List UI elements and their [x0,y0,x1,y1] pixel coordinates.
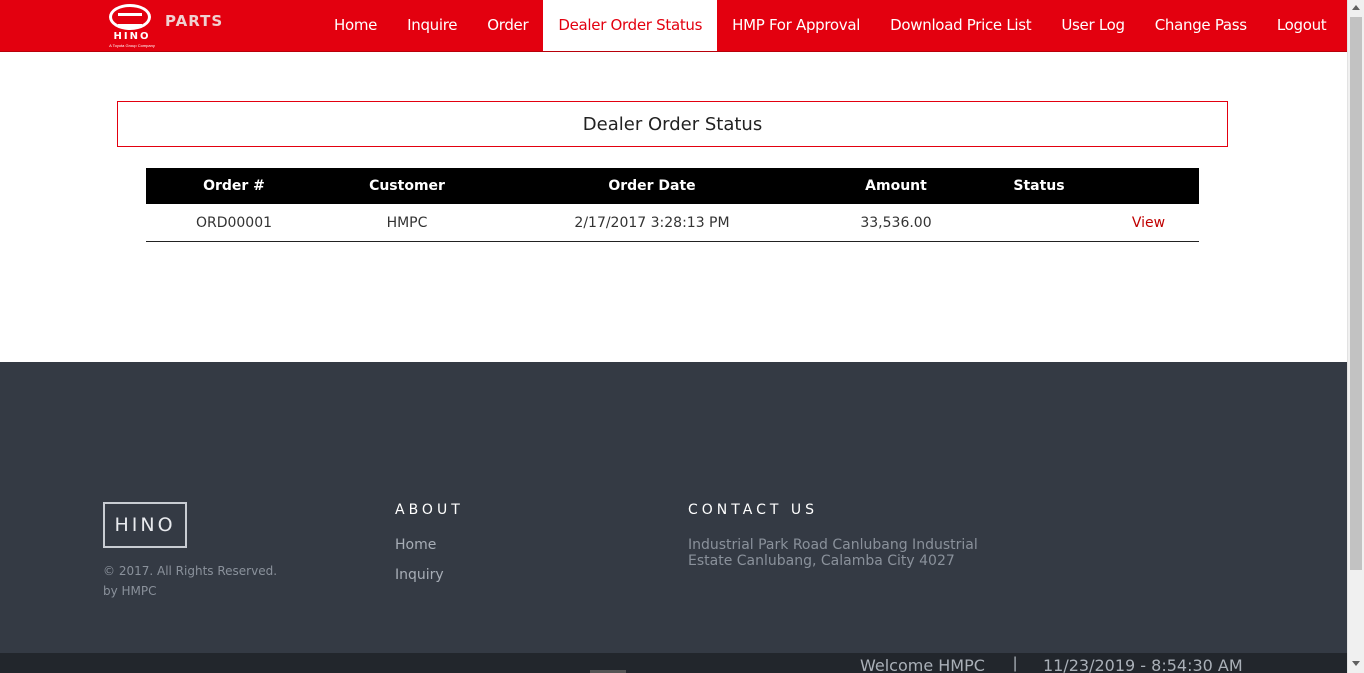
nav-user-log[interactable]: User Log [1046,0,1139,51]
col-customer: Customer [369,178,445,194]
brand-suffix: PARTS [165,12,224,30]
current-datetime: 11/23/2019 - 8:54:30 AM [1043,656,1243,673]
col-order-date: Order Date [608,178,696,194]
col-order-no: Order # [203,178,265,194]
top-navbar: HINO A Toyota Group Company PARTS Home I… [0,0,1347,52]
view-link-cell: View [1098,204,1199,242]
cell-amount: 33,536.00 [860,215,932,231]
copyright-text: © 2017. All Rights Reserved. [103,564,278,578]
nav-dealer-order-status[interactable]: Dealer Order Status [543,0,718,51]
byline-text: by HMPC [103,584,157,598]
hino-emblem-icon [109,4,151,30]
scroll-down-icon[interactable] [1352,661,1360,666]
cell-order-date: 2/17/2017 3:28:13 PM [574,215,730,231]
scroll-up-icon[interactable] [1352,5,1360,10]
view-order-link[interactable]: View [1132,215,1165,231]
col-status: Status [1013,178,1065,194]
cell-order-no: ORD00001 [195,215,273,231]
welcome-text: Welcome HMPC [860,656,985,673]
cell-customer: HMPC [386,215,428,231]
footer-logo: HINO [103,502,187,548]
contact-heading: CONTACT US [688,502,818,518]
footer-link-home[interactable]: Home [395,537,436,553]
table-row: ORD00001 HMPC 2/17/2017 3:28:13 PM 33,53… [146,204,1199,242]
nav-home[interactable]: Home [319,0,392,51]
nav-hmp-for-approval[interactable]: HMP For Approval [717,0,875,51]
nav-order[interactable]: Order [472,0,543,51]
about-heading: ABOUT [395,502,464,518]
nav-download-price-list[interactable]: Download Price List [875,0,1046,51]
nav-change-pass[interactable]: Change Pass [1140,0,1262,51]
footer-copyright: © 2017. All Rights Reserved. by HMPC [103,561,277,601]
nav-inquire[interactable]: Inquire [392,0,472,51]
status-separator: | [1013,655,1018,672]
logo-text: HINO [113,31,151,42]
vertical-scrollbar[interactable] [1347,0,1364,673]
page-title: Dealer Order Status [117,101,1228,147]
scroll-thumb[interactable] [1350,17,1362,570]
footer-link-inquiry[interactable]: Inquiry [395,567,444,583]
main-nav: Home Inquire Order Dealer Order Status H… [319,0,1341,51]
logo-tagline: A Toyota Group Company [109,43,155,48]
orders-table: Order # Customer Order Date Amount Statu… [146,168,1199,242]
col-amount: Amount [865,178,927,194]
table-header: Order # Customer Order Date Amount Statu… [146,168,1199,204]
hino-logo[interactable]: HINO A Toyota Group Company [106,3,156,49]
nav-logout[interactable]: Logout [1262,0,1342,51]
contact-address: Industrial Park Road Canlubang Industria… [688,537,978,569]
footer: HINO © 2017. All Rights Reserved. by HMP… [0,362,1347,653]
